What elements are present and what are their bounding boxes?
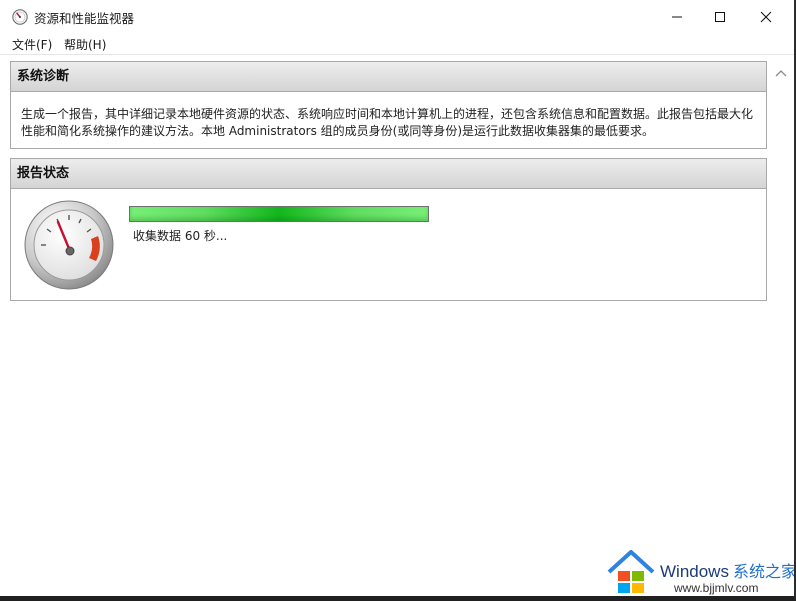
maximize-button[interactable] [697, 0, 743, 34]
speedometer-icon [12, 9, 28, 25]
chevron-up-icon[interactable] [775, 69, 787, 77]
minimize-icon [672, 16, 682, 18]
system-diagnostics-description: 生成一个报告，其中详细记录本地硬件资源的状态、系统响应时间和本地计算机上的进程，… [21, 107, 754, 138]
windows-house-logo [607, 550, 655, 593]
watermark-brand-en: Windows [660, 562, 729, 581]
menu-help[interactable]: 帮助(H) [64, 36, 106, 53]
watermark-brand: Windows 系统之家 [660, 558, 796, 582]
status-text: 收集数据 60 秒... [133, 229, 228, 243]
progress-bar [129, 206, 429, 222]
system-diagnostics-panel: 系统诊断 生成一个报告，其中详细记录本地硬件资源的状态、系统响应时间和本地计算机… [10, 61, 767, 149]
maximize-icon [715, 12, 725, 22]
progress-fill [130, 207, 428, 221]
menu-file[interactable]: 文件(F) [12, 36, 52, 53]
vertical-scrollbar[interactable] [770, 55, 794, 596]
watermark-brand-cn: 系统之家 [732, 564, 796, 581]
menu-bar: 文件(F) 帮助(H) [0, 34, 794, 55]
system-diagnostics-header[interactable]: 系统诊断 [11, 62, 766, 92]
minimize-button[interactable] [654, 0, 700, 34]
watermark-url: www.bjjmlv.com [674, 581, 759, 595]
close-icon [760, 11, 772, 23]
content-area: 系统诊断 生成一个报告，其中详细记录本地硬件资源的状态、系统响应时间和本地计算机… [0, 55, 770, 596]
report-status-header[interactable]: 报告状态 [11, 159, 766, 189]
gauge-icon [24, 200, 114, 290]
close-button[interactable] [743, 0, 789, 34]
resource-monitor-window: 资源和性能监视器 文件(F) 帮助(H) 系统诊断 生成一个报告，其中详细记录本… [0, 0, 796, 601]
report-status-panel: 报告状态 收集数据 60 秒... [10, 158, 767, 301]
window-title: 资源和性能监视器 [34, 11, 135, 26]
watermark: Windows 系统之家 www.bjjmlv.com [606, 548, 796, 596]
title-bar[interactable]: 资源和性能监视器 [0, 0, 794, 34]
